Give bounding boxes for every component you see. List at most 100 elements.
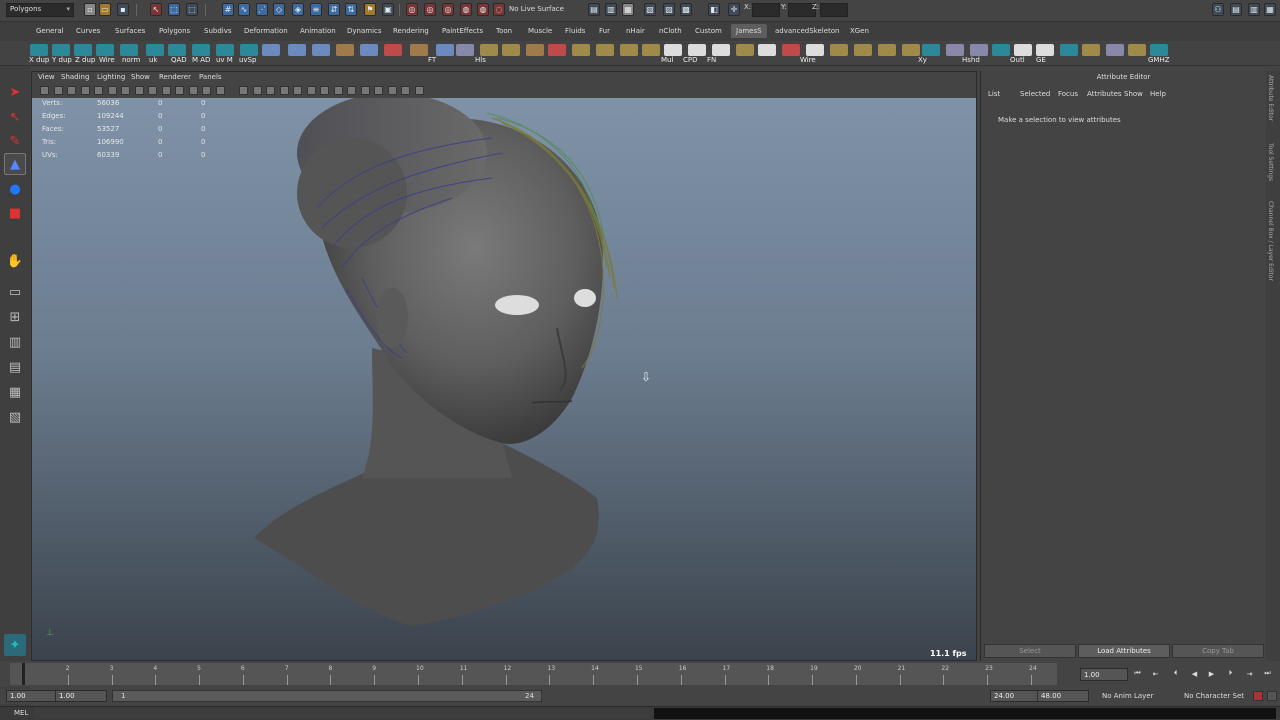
- shelf-button-icon[interactable]: [526, 44, 544, 56]
- viewport-tool-icon[interactable]: [148, 86, 157, 95]
- shelf-button-icon[interactable]: [1060, 44, 1078, 56]
- shelf-button-icon[interactable]: [240, 44, 258, 56]
- window-icon[interactable]: ▥: [1248, 3, 1260, 16]
- ae-menu-attributes[interactable]: Attributes: [1087, 90, 1122, 98]
- make-live-icon[interactable]: ◈: [292, 3, 304, 16]
- viewport-tool-icon[interactable]: [252, 86, 262, 95]
- shelf-button-icon[interactable]: [572, 44, 590, 56]
- playback-end-field[interactable]: 24.00: [990, 690, 1038, 702]
- shelf-button-icon[interactable]: [806, 44, 824, 56]
- x-field[interactable]: [752, 3, 780, 17]
- viewport-tool-icon[interactable]: [94, 86, 103, 95]
- paint-select-icon[interactable]: ✎: [4, 130, 26, 152]
- shelf-button-icon[interactable]: [688, 44, 706, 56]
- shelf-button-icon[interactable]: [312, 44, 330, 56]
- layout-outliner-icon[interactable]: ▤: [4, 356, 26, 378]
- layout-single-icon[interactable]: ▭: [4, 281, 26, 303]
- tool-settings-icon[interactable]: ▧: [644, 3, 656, 16]
- layout-two-icon[interactable]: ▥: [4, 331, 26, 353]
- shelf-button-icon[interactable]: [854, 44, 872, 56]
- shelf-button-icon[interactable]: [74, 44, 92, 56]
- live-surface-icon[interactable]: ◌: [493, 3, 505, 16]
- inputs-icon[interactable]: ⇅: [345, 3, 357, 16]
- modeling-toolkit-icon[interactable]: ▨: [663, 3, 675, 16]
- snap-point-icon[interactable]: ⋰: [256, 3, 268, 16]
- tab-channel-box[interactable]: Channel Box / Layer Editor: [1267, 201, 1274, 281]
- ae-menu-selected[interactable]: Selected: [1020, 90, 1050, 98]
- viewport-menu-show[interactable]: Show: [131, 73, 150, 81]
- viewport-tool-icon[interactable]: [134, 86, 144, 95]
- viewport-tool-icon[interactable]: [188, 86, 198, 95]
- shelf-tab-general[interactable]: General: [32, 26, 68, 36]
- shelf-button-icon[interactable]: [1036, 44, 1054, 56]
- ipr-render-icon[interactable]: ◎: [424, 3, 436, 16]
- shelf-button-icon[interactable]: [736, 44, 754, 56]
- ae-menu-show[interactable]: Show: [1124, 90, 1143, 98]
- shelf-button-icon[interactable]: [1150, 44, 1168, 56]
- channel-box-toggle-icon[interactable]: ▥: [605, 3, 617, 16]
- viewport-menu-renderer[interactable]: Renderer: [159, 73, 191, 81]
- shelf-button-icon[interactable]: [1106, 44, 1124, 56]
- time-ruler[interactable]: 123456789101112131415161718192021222324: [10, 663, 1057, 685]
- viewport-menu-shading[interactable]: Shading: [61, 73, 89, 81]
- layout-hypershade-icon[interactable]: ▧: [4, 406, 26, 428]
- shelf-button-icon[interactable]: [1082, 44, 1100, 56]
- login-icon[interactable]: ⚇: [1212, 3, 1224, 16]
- tab-tool-settings[interactable]: Tool Settings: [1267, 143, 1274, 181]
- layout-icon[interactable]: ▦: [1264, 3, 1276, 16]
- render-settings-icon[interactable]: ◎: [442, 3, 454, 16]
- character-key-icon[interactable]: [1253, 691, 1263, 701]
- viewport-tool-icon[interactable]: [387, 86, 397, 95]
- shelf-button-icon[interactable]: [664, 44, 682, 56]
- preferences-icon[interactable]: [1267, 691, 1277, 701]
- current-frame-field[interactable]: 1.00: [1080, 668, 1128, 681]
- viewport-menu-lighting[interactable]: Lighting: [97, 73, 125, 81]
- viewport-tool-icon[interactable]: [401, 86, 410, 95]
- select-tool-icon[interactable]: ➤: [4, 81, 26, 103]
- viewport-tool-icon[interactable]: [121, 86, 130, 95]
- shelf-tab-rendering[interactable]: Rendering: [389, 26, 433, 36]
- shelf-button-icon[interactable]: [642, 44, 660, 56]
- shelf-button-icon[interactable]: [620, 44, 638, 56]
- shelf-button-icon[interactable]: [410, 44, 428, 56]
- snap-view-plane-icon[interactable]: ◇: [273, 3, 285, 16]
- shelf-button-icon[interactable]: [192, 44, 210, 56]
- render-frame-icon[interactable]: ◎: [406, 3, 418, 16]
- transform-icon[interactable]: ✛: [728, 3, 740, 16]
- shelf-tab-advancedskeleton[interactable]: advancedSkeleton: [771, 26, 843, 36]
- shelf-button-icon[interactable]: [1128, 44, 1146, 56]
- shelf-button-icon[interactable]: [970, 44, 988, 56]
- copy-tab-button[interactable]: Copy Tab: [1172, 644, 1264, 658]
- shelf-button-icon[interactable]: [30, 44, 48, 56]
- step-forward-key-icon[interactable]: ⇥: [1245, 669, 1254, 678]
- range-bar[interactable]: 1 24: [112, 690, 542, 702]
- command-input[interactable]: [34, 708, 650, 719]
- render-view-icon[interactable]: ◍: [477, 3, 489, 16]
- ae-menu-list[interactable]: List: [988, 90, 1000, 98]
- shelf-button-icon[interactable]: [946, 44, 964, 56]
- history-icon[interactable]: ≡: [310, 3, 322, 16]
- ae-menu-help[interactable]: Help: [1150, 90, 1166, 98]
- shelf-tab-toon[interactable]: Toon: [492, 26, 516, 36]
- end-time-field[interactable]: 48.00: [1037, 690, 1089, 702]
- shelf-button-icon[interactable]: [120, 44, 138, 56]
- shelf-tab-custom[interactable]: Custom: [691, 26, 726, 36]
- shelf-tab-curves[interactable]: Curves: [72, 26, 104, 36]
- current-time-indicator[interactable]: [22, 663, 25, 685]
- viewport-tool-icon[interactable]: [107, 86, 117, 95]
- select-component-icon[interactable]: ⬚: [186, 3, 198, 16]
- viewport-tool-icon[interactable]: [360, 86, 370, 95]
- shelf-button-icon[interactable]: [712, 44, 730, 56]
- shelf-button-icon[interactable]: [992, 44, 1010, 56]
- shelf-button-icon[interactable]: [336, 44, 354, 56]
- xgen-icon[interactable]: ✦: [4, 634, 26, 656]
- shelf-tab-subdivs[interactable]: Subdivs: [200, 26, 236, 36]
- go-to-end-icon[interactable]: ⏭: [1263, 669, 1272, 678]
- shelf-button-icon[interactable]: [52, 44, 70, 56]
- shelf-button-icon[interactable]: [262, 44, 280, 56]
- viewport-tool-icon[interactable]: [175, 86, 184, 95]
- shelf-button-icon[interactable]: [456, 44, 474, 56]
- viewport-canvas[interactable]: ⇩ Verts: 56036 0 0 Edges: 109244 0 0 Faces: 53527…: [32, 98, 976, 660]
- rotate-tool-icon[interactable]: ●: [4, 178, 26, 200]
- shelf-tab-fluids[interactable]: Fluids: [561, 26, 589, 36]
